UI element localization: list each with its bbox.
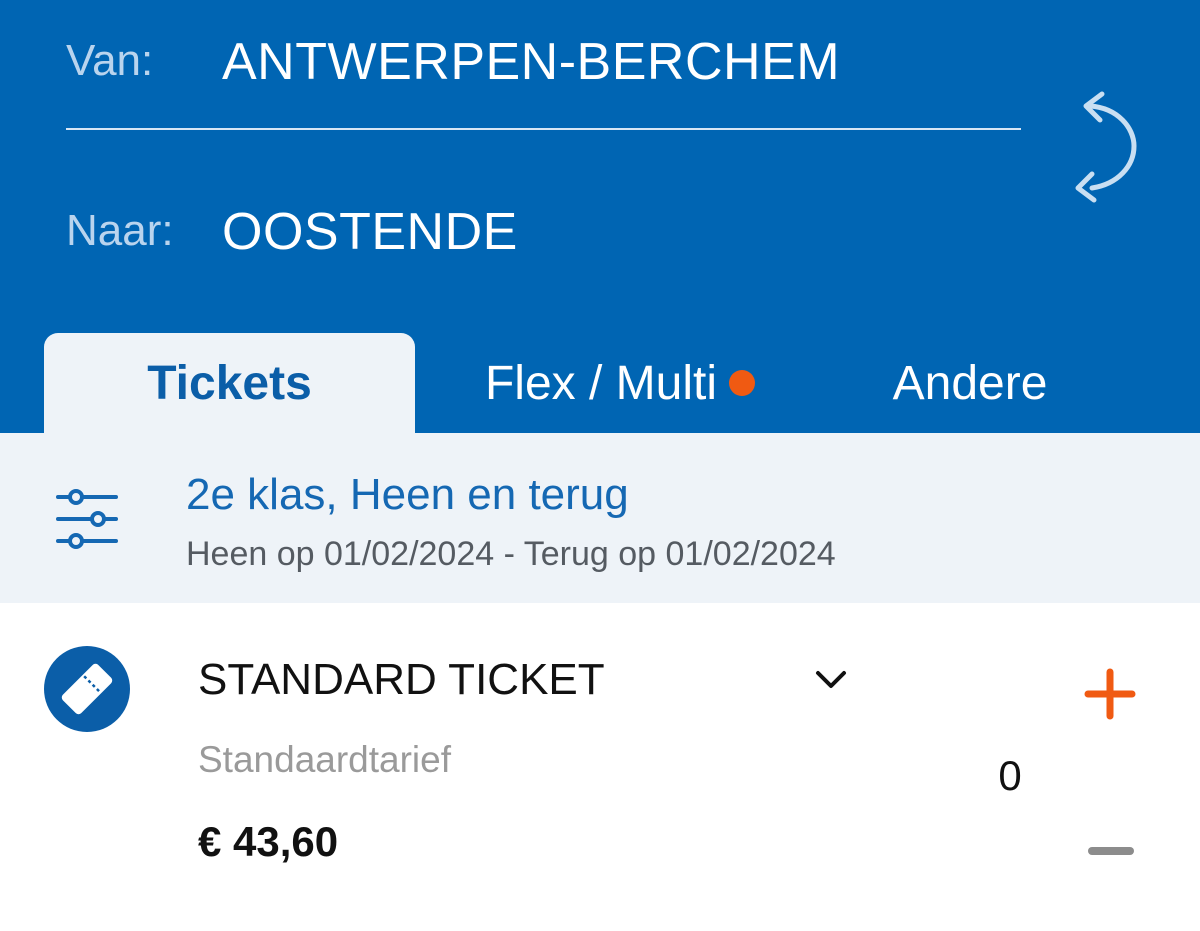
route-header: Van: ANTWERPEN-BERCHEM Naar: OOSTENDE Ti…	[0, 0, 1200, 433]
tab-flex-multi-label: Flex / Multi	[484, 356, 718, 410]
from-label: Van:	[66, 36, 154, 85]
sliders-icon	[56, 489, 118, 549]
ticket-tariff: Standaardtarief	[198, 739, 452, 780]
tab-tickets[interactable]: Tickets	[44, 333, 415, 433]
to-station[interactable]: OOSTENDE	[222, 202, 518, 262]
tab-andere-label: Andere	[892, 356, 1048, 410]
travel-dates: Heen op 01/02/2024 - Terug op 01/02/2024	[186, 535, 836, 573]
tab-andere[interactable]: Andere	[840, 333, 1100, 433]
swap-arrows-icon[interactable]	[1068, 88, 1140, 208]
to-label: Naar:	[66, 206, 174, 255]
chevron-down-icon[interactable]	[814, 666, 848, 692]
ticket-icon	[44, 646, 130, 732]
tab-tickets-label: Tickets	[147, 356, 312, 410]
ticket-name: STANDARD TICKET	[198, 655, 605, 704]
travel-class-summary[interactable]: 2e klas, Heen en terug	[186, 470, 629, 520]
tab-flex-multi[interactable]: Flex / Multi	[430, 333, 810, 433]
plus-icon[interactable]	[1084, 668, 1136, 720]
from-station[interactable]: ANTWERPEN-BERCHEM	[222, 32, 840, 92]
route-divider	[66, 128, 1021, 130]
ticket-price: € 43,60	[198, 818, 339, 865]
minus-icon[interactable]	[1088, 847, 1134, 855]
notification-dot	[729, 370, 756, 396]
ticket-quantity: 0	[998, 752, 1022, 799]
